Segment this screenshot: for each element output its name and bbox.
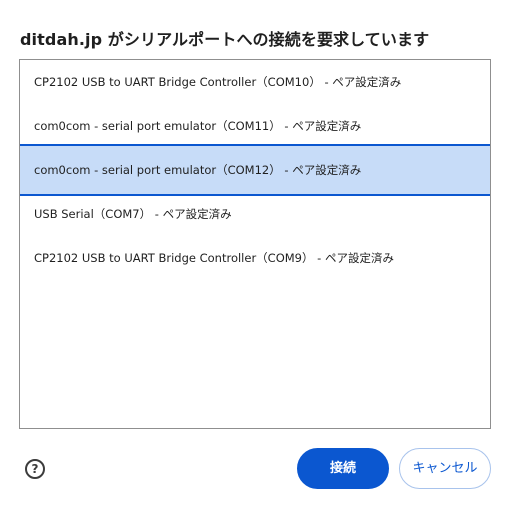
port-item[interactable]: USB Serial（COM7） - ペア設定済み [20, 192, 490, 236]
cancel-button[interactable]: キャンセル [399, 448, 491, 489]
connect-button[interactable]: 接続 [297, 448, 389, 489]
serial-port-dialog: ditdah.jp がシリアルポートへの接続を要求しています CP2102 US… [0, 0, 507, 506]
port-item[interactable]: com0com - serial port emulator（COM11） - … [20, 104, 490, 148]
port-item-selected[interactable]: com0com - serial port emulator（COM12） - … [20, 144, 490, 196]
port-list[interactable]: CP2102 USB to UART Bridge Controller（COM… [19, 59, 491, 429]
port-item[interactable]: CP2102 USB to UART Bridge Controller（COM… [20, 60, 490, 104]
help-icon[interactable]: ? [25, 459, 45, 479]
port-item[interactable]: CP2102 USB to UART Bridge Controller（COM… [20, 236, 490, 280]
dialog-title: ditdah.jp がシリアルポートへの接続を要求しています [20, 30, 430, 49]
